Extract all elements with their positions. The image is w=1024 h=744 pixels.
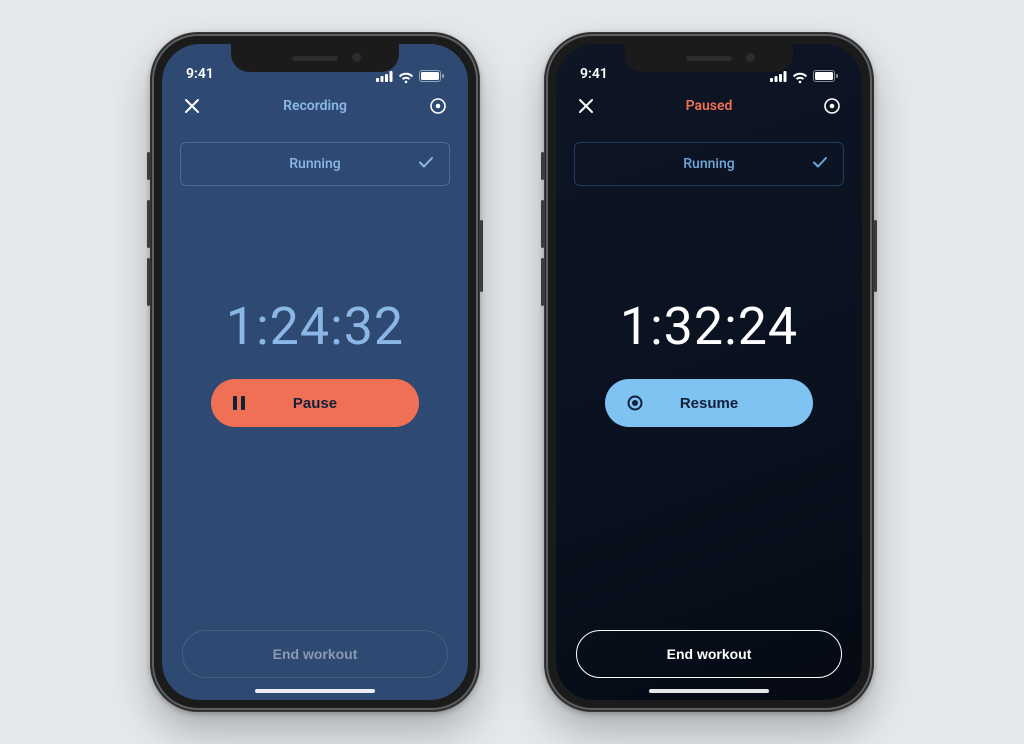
phone-side-button-vol-up [541, 200, 544, 248]
close-icon [578, 98, 594, 114]
target-button[interactable] [818, 92, 846, 120]
device-notch [231, 44, 399, 72]
phone-side-button-mute [541, 152, 544, 180]
activity-label: Running [289, 156, 340, 172]
device-front-camera [746, 53, 755, 62]
main-content: 1:24:32 Pause [162, 186, 468, 630]
action-button-label: Pause [293, 395, 337, 412]
home-indicator[interactable] [255, 689, 375, 693]
phone-side-button-vol-up [147, 200, 150, 248]
device-speaker-grille [292, 56, 338, 61]
phone-side-button-vol-dn [541, 258, 544, 306]
check-icon [419, 156, 433, 172]
activity-selector[interactable]: Running [574, 142, 844, 186]
resume-button[interactable]: Resume [605, 379, 813, 427]
main-content: 1:32:24 Resume [556, 186, 862, 630]
app-screen-paused: 9:41 Paused Running [556, 44, 862, 700]
wifi-icon [398, 71, 414, 82]
nav-bar: Paused [556, 84, 862, 128]
close-button[interactable] [572, 92, 600, 120]
device-front-camera [352, 53, 361, 62]
status-time: 9:41 [580, 66, 608, 82]
target-icon [822, 96, 842, 116]
nav-title: Paused [686, 98, 733, 114]
end-workout-button[interactable]: End workout [576, 630, 842, 678]
phone-side-button-power [480, 220, 483, 292]
phone-side-button-power [874, 220, 877, 292]
action-button-label: Resume [680, 395, 738, 412]
device-speaker-grille [686, 56, 732, 61]
battery-icon [813, 70, 838, 82]
target-button[interactable] [424, 92, 452, 120]
nav-bar: Recording [162, 84, 468, 128]
elapsed-time: 1:24:32 [226, 296, 404, 357]
phone-side-button-vol-dn [147, 258, 150, 306]
pause-icon [233, 396, 245, 410]
wifi-icon [792, 71, 808, 82]
activity-selector[interactable]: Running [180, 142, 450, 186]
phone-mockup-recording: 9:41 Recording [150, 32, 480, 712]
phone-mockup-paused: 9:41 Paused Running [544, 32, 874, 712]
record-icon [627, 395, 643, 411]
elapsed-time: 1:32:24 [620, 296, 798, 357]
target-icon [428, 96, 448, 116]
end-workout-label: End workout [273, 646, 358, 662]
nav-title: Recording [283, 98, 347, 114]
close-button[interactable] [178, 92, 206, 120]
end-workout-button[interactable]: End workout [182, 630, 448, 678]
check-icon [813, 156, 827, 172]
cellular-signal-icon [770, 71, 787, 82]
cellular-signal-icon [376, 71, 393, 82]
close-icon [184, 98, 200, 114]
home-indicator[interactable] [649, 689, 769, 693]
pause-button[interactable]: Pause [211, 379, 419, 427]
activity-label: Running [683, 156, 734, 172]
end-workout-label: End workout [667, 646, 752, 662]
app-screen-recording: 9:41 Recording [162, 44, 468, 700]
status-time: 9:41 [186, 66, 214, 82]
battery-icon [419, 70, 444, 82]
phone-side-button-mute [147, 152, 150, 180]
device-notch [625, 44, 793, 72]
